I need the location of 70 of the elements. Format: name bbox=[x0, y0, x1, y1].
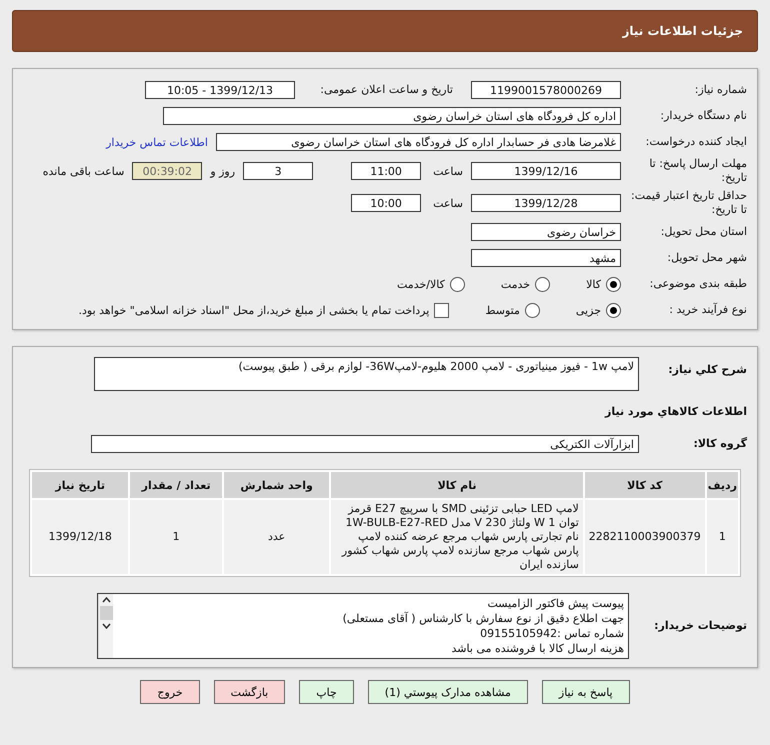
radio-button[interactable] bbox=[524, 302, 540, 318]
goods-group-field: ابزارآلات الکتریکی bbox=[91, 435, 639, 453]
column-header: تعداد / مقدار bbox=[130, 472, 222, 498]
column-header: تاریخ نیاز bbox=[32, 472, 128, 498]
time-label: ساعت bbox=[433, 196, 463, 210]
announce-date-field: 1399/12/13 - 10:05 bbox=[145, 81, 295, 99]
field-label: شهر محل تحویل: bbox=[666, 251, 747, 265]
field-label: تاریخ و ساعت اعلان عمومی: bbox=[319, 83, 453, 97]
radio-button[interactable] bbox=[606, 276, 621, 292]
action-button[interactable]: خروج bbox=[140, 680, 200, 704]
field-label: نوع فرآیند خرید : bbox=[668, 303, 747, 317]
field-label: طبقه بندی موضوعی: bbox=[648, 277, 747, 291]
radio-label: متوسط bbox=[485, 304, 520, 316]
remaining-label: ساعت باقی مانده bbox=[42, 164, 124, 178]
province-field: خراسان رضوی bbox=[471, 223, 621, 241]
buyer-field: اداره کل فرودگاه های استان خراسان رضوی bbox=[163, 107, 621, 125]
scroll-up-icon[interactable] bbox=[102, 597, 110, 603]
column-header: نام کالا bbox=[331, 472, 583, 498]
table-cell: 1399/12/18 bbox=[32, 500, 128, 574]
deadline-time-field: 11:00 bbox=[351, 162, 422, 180]
radio-label: کالا bbox=[586, 278, 601, 290]
note-line: هزینه ارسال کالا با فروشنده می باشد bbox=[450, 641, 624, 656]
field-label: ایجاد کننده درخواست: bbox=[644, 135, 747, 149]
column-header: واحد شمارش bbox=[224, 472, 330, 498]
column-header: کد کالا bbox=[584, 472, 705, 498]
action-button[interactable]: مشاهده مدارک پیوستي (1) bbox=[368, 680, 528, 704]
days-label: روز و bbox=[210, 164, 236, 178]
validity-date-field: 1399/12/28 bbox=[471, 194, 621, 212]
note-line: پیوست پیش فاکتور الزامیست bbox=[486, 596, 624, 611]
deadline-date-field: 1399/12/16 bbox=[471, 162, 621, 180]
table-cell: عدد bbox=[224, 500, 330, 574]
table-cell: 1 bbox=[130, 500, 222, 574]
radio-button[interactable] bbox=[450, 276, 465, 292]
validity-time-field: 10:00 bbox=[351, 194, 422, 212]
checkbox[interactable] bbox=[434, 302, 450, 318]
time-label: ساعت bbox=[433, 164, 463, 178]
creator-field: غلامرضا هادی فر حسابدار اداره کل فرودگاه های استان خراسان رضوی bbox=[216, 133, 621, 151]
field-label: حداقل تاریخ اعتبار قیمت: تا تاریخ: bbox=[630, 189, 747, 217]
radio-label: جزیی bbox=[576, 304, 601, 316]
field-label: شماره نیاز: bbox=[694, 83, 747, 97]
table-cell: 1 bbox=[706, 500, 738, 574]
radio-label: کالا/خدمت bbox=[397, 278, 445, 290]
field-label: استان محل تحویل: bbox=[660, 225, 747, 239]
remaining-time-field: 00:39:02 bbox=[132, 162, 202, 180]
scrollbar[interactable] bbox=[98, 594, 113, 658]
note-line: جهت اطلاع دقیق از نوع سفارش با کارشناس ( آقای مستعلی) bbox=[342, 611, 624, 626]
radio-button[interactable] bbox=[535, 276, 550, 292]
table-cell: لامپ LED حبابی تزئینی SMD با سرپیچ E27 قرمز توان 1 W ولتاژ 230 V مدل 1W-BULB-E27-RED نام تجارتی پارس شهاب مرجع عرضه کننده لامپ پارس شهاب مرجع سازنده لامپ پارس شهاب کشور سازنده ایران bbox=[331, 500, 583, 574]
column-header: ردیف bbox=[706, 472, 738, 498]
field-label: گروه کالا: bbox=[692, 437, 747, 451]
action-button[interactable]: بازگشت bbox=[214, 680, 286, 704]
field-label: مهلت ارسال پاسخ: تا تاریخ: bbox=[648, 157, 747, 185]
page-header: جزئیات اطلاعات نیاز bbox=[12, 10, 758, 52]
field-label: نام دستگاه خریدار: bbox=[659, 109, 747, 123]
radio-label: خدمت bbox=[500, 278, 530, 290]
buyer-contact-link[interactable]: اطلاعات تماس خریدار bbox=[106, 136, 208, 148]
note-line: شماره تماس :09155105942 bbox=[479, 626, 624, 641]
scroll-down-icon[interactable] bbox=[102, 623, 110, 629]
action-button[interactable]: پاسخ به نیاز bbox=[542, 680, 630, 704]
description-field: لامپ 1w - فیوز مینیاتوری - لامپ 2000 هلیوم-لامپ36W- لوازم برقی ( طبق پیوست) bbox=[94, 357, 639, 391]
section-heading: اطلاعات کالاهاي مورد نياز bbox=[604, 405, 747, 419]
field-label: توضیحات خریدار: bbox=[653, 619, 747, 633]
action-button[interactable]: چاپ bbox=[299, 680, 354, 704]
need-number-field: 1199001578000269 bbox=[471, 81, 621, 99]
city-field: مشهد bbox=[471, 249, 621, 267]
field-label: شرح کلي نياز: bbox=[667, 363, 747, 377]
checkbox-label: پرداخت تمام یا بخشی از مبلغ خرید،از محل "اسناد خزانه اسلامی" خواهد بود. bbox=[78, 304, 430, 316]
table-cell: 2282110003900379 bbox=[584, 500, 705, 574]
radio-button[interactable] bbox=[606, 302, 621, 318]
days-field: 3 bbox=[243, 162, 314, 180]
